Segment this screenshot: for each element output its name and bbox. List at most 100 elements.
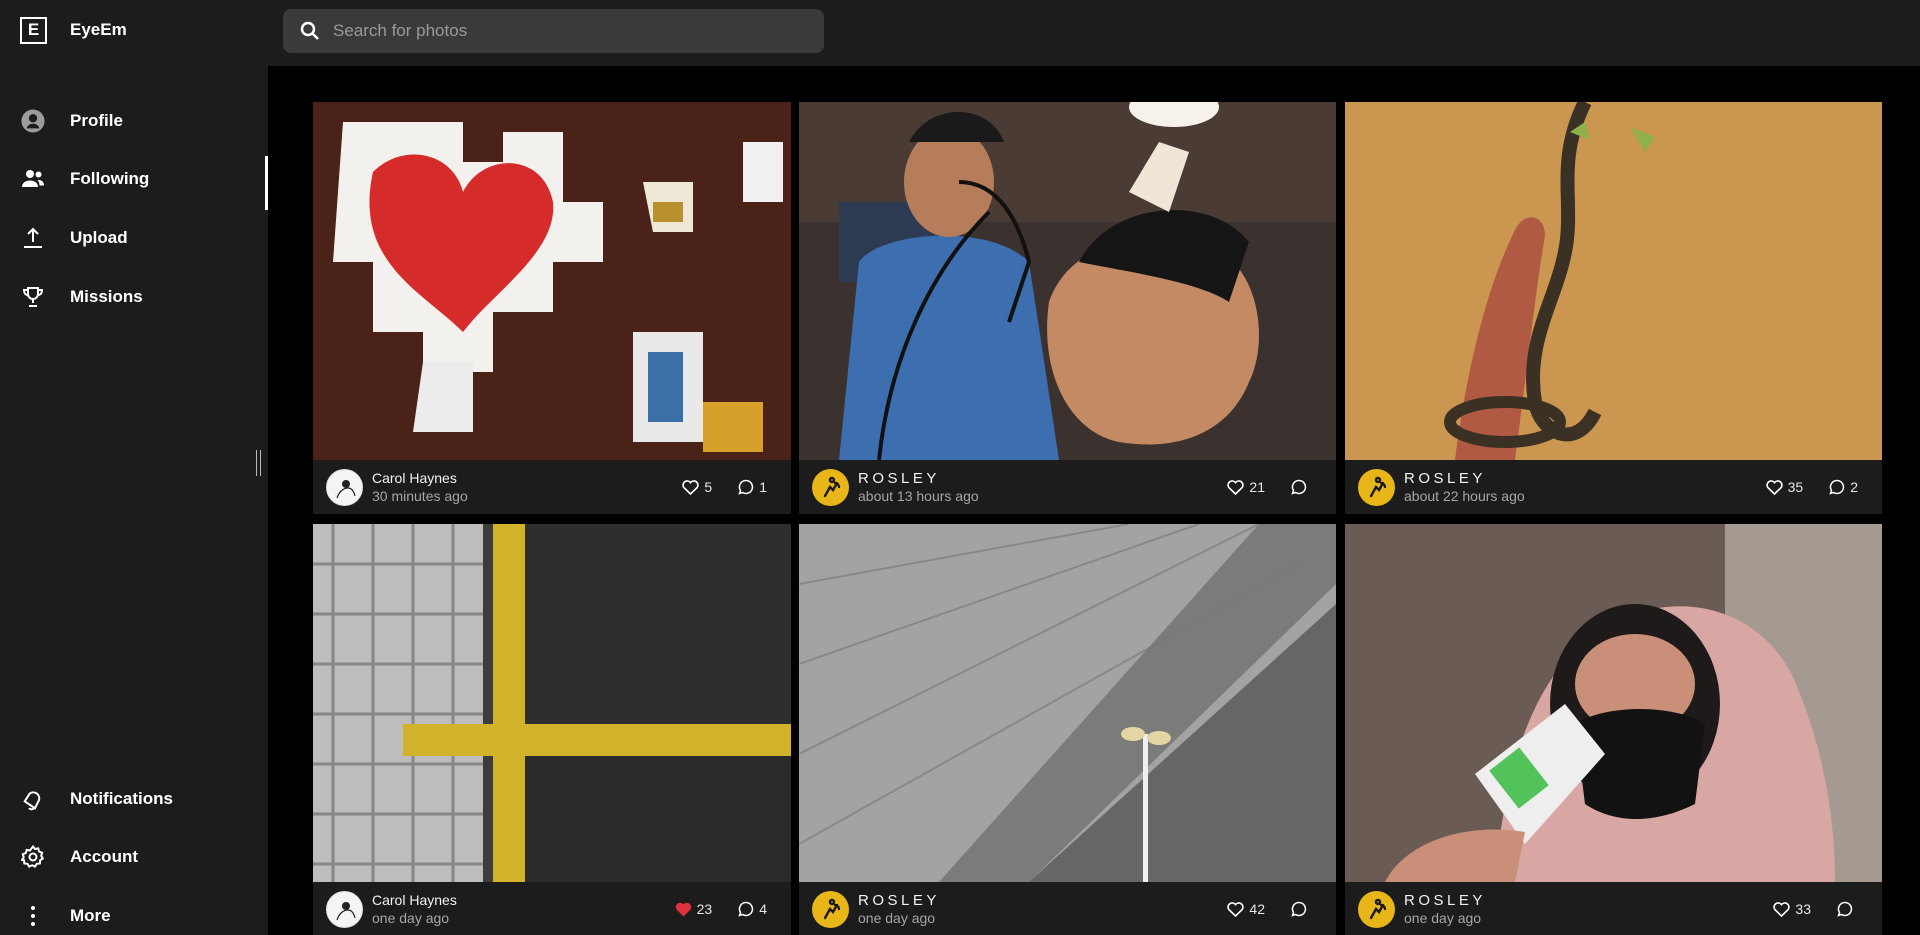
photo-meta: ROSLEY one day ago 42	[799, 882, 1336, 935]
comment-icon	[738, 901, 759, 917]
photo-image[interactable]	[799, 102, 1336, 460]
sidebar-item-missions[interactable]: Missions	[0, 272, 268, 322]
photo-card: ROSLEY about 22 hours ago 35 2	[1345, 102, 1882, 514]
photo-author: Carol Haynes 30 minutes ago	[372, 470, 468, 505]
like-count: 23	[696, 901, 713, 917]
avatar[interactable]	[812, 468, 849, 506]
author-name[interactable]: Carol Haynes	[372, 892, 457, 909]
comment-button[interactable]: 2	[1829, 479, 1858, 495]
photo-card: ROSLEY one day ago 33	[1345, 524, 1882, 935]
post-time: one day ago	[372, 909, 450, 926]
sidebar-item-account[interactable]: Account	[0, 832, 268, 882]
photo-stats: 5 1	[656, 479, 767, 495]
like-button[interactable]: 23	[675, 901, 713, 917]
sidebar-item-following[interactable]: Following	[0, 154, 268, 210]
photo-stats: 33	[1747, 901, 1858, 917]
photo-stats: 42	[1201, 901, 1312, 917]
photo-image[interactable]	[799, 524, 1336, 882]
like-count: 35	[1787, 479, 1804, 495]
gear-icon	[21, 845, 45, 869]
photo-meta: Carol Haynes one day ago 23 4	[313, 882, 791, 935]
post-time: about 22 hours ago	[1404, 487, 1525, 504]
heart-icon	[1227, 901, 1249, 917]
author-name[interactable]: Carol Haynes	[372, 470, 468, 487]
post-time: one day ago	[1404, 909, 1482, 926]
post-time: 30 minutes ago	[372, 487, 468, 504]
photo-card: ROSLEY about 13 hours ago 21	[799, 102, 1336, 514]
photo-stats: 23 4	[649, 901, 767, 917]
sidebar-item-label: Profile	[70, 111, 123, 130]
sidebar-item-notifications[interactable]: Notifications	[0, 774, 268, 824]
avatar[interactable]	[812, 890, 849, 928]
comment-icon	[1291, 479, 1312, 495]
photo-stats: 35 2	[1740, 479, 1858, 495]
avatar[interactable]	[326, 468, 363, 506]
upload-icon	[21, 226, 45, 250]
comment-count: 1	[759, 479, 767, 495]
post-time: one day ago	[858, 909, 936, 926]
comment-icon	[1291, 901, 1312, 917]
search-bar[interactable]	[283, 9, 824, 53]
sidebar-item-label: Upload	[70, 228, 128, 247]
search-icon	[299, 20, 321, 42]
more-vertical-icon	[21, 904, 45, 928]
people-icon	[21, 167, 45, 191]
brand[interactable]: E EyeEm	[20, 16, 127, 44]
comment-button[interactable]: 4	[738, 901, 767, 917]
like-button[interactable]: 42	[1227, 901, 1265, 917]
like-count: 21	[1249, 479, 1265, 495]
photo-image[interactable]	[313, 524, 791, 882]
photo-image[interactable]	[313, 102, 791, 460]
sidebar-item-label: Notifications	[70, 789, 173, 808]
top-bar	[268, 0, 1920, 66]
search-input[interactable]	[333, 21, 793, 41]
photo-image[interactable]	[1345, 524, 1882, 882]
comment-button[interactable]: 1	[738, 479, 767, 495]
sidebar-item-label: Account	[70, 847, 138, 866]
like-button[interactable]: 21	[1227, 479, 1265, 495]
photo-author: ROSLEY about 22 hours ago	[1404, 470, 1525, 505]
author-name[interactable]: ROSLEY	[858, 892, 940, 909]
photo-author: ROSLEY about 13 hours ago	[858, 470, 979, 505]
sidebar-item-more[interactable]: More	[0, 891, 268, 935]
sidebar-resize-handle[interactable]	[256, 450, 261, 476]
avatar[interactable]	[1358, 468, 1395, 506]
comment-icon	[1837, 901, 1858, 917]
bell-icon	[21, 787, 45, 811]
author-name[interactable]: ROSLEY	[858, 470, 979, 487]
sidebar-item-upload[interactable]: Upload	[0, 213, 268, 263]
sidebar: E EyeEm Profile Following Upload Mission…	[0, 0, 268, 935]
like-button[interactable]: 35	[1765, 479, 1804, 495]
heart-icon	[1765, 479, 1788, 495]
comment-button[interactable]	[1291, 479, 1312, 495]
photo-author: ROSLEY one day ago	[858, 892, 940, 927]
photo-card: Carol Haynes 30 minutes ago 5 1	[313, 102, 791, 514]
like-count: 42	[1249, 901, 1265, 917]
photo-image[interactable]	[1345, 102, 1882, 460]
avatar[interactable]	[1358, 890, 1395, 928]
post-time: about 13 hours ago	[858, 487, 979, 504]
sidebar-item-label: Following	[70, 169, 150, 188]
like-count: 5	[704, 479, 713, 495]
photo-meta: ROSLEY about 22 hours ago 35 2	[1345, 460, 1882, 514]
photo-meta: ROSLEY one day ago 33	[1345, 882, 1882, 935]
sidebar-item-label: Missions	[70, 287, 143, 306]
like-button[interactable]: 5	[682, 479, 712, 495]
comment-count: 2	[1850, 479, 1858, 495]
sidebar-item-profile[interactable]: Profile	[0, 96, 268, 146]
avatar-icon	[21, 109, 45, 133]
photo-author: Carol Haynes one day ago	[372, 892, 457, 927]
photo-stats: 21	[1201, 479, 1312, 495]
comment-button[interactable]	[1291, 901, 1312, 917]
photo-card: ROSLEY one day ago 42	[799, 524, 1336, 935]
author-name[interactable]: ROSLEY	[1404, 470, 1525, 487]
like-button[interactable]: 33	[1773, 901, 1811, 917]
brand-name: EyeEm	[70, 20, 127, 39]
like-count: 33	[1795, 901, 1811, 917]
comment-count: 4	[759, 901, 767, 917]
heart-icon	[682, 479, 704, 495]
author-name[interactable]: ROSLEY	[1404, 892, 1486, 909]
eyeem-logo-icon: E	[20, 16, 47, 44]
avatar[interactable]	[326, 890, 363, 928]
comment-button[interactable]	[1837, 901, 1858, 917]
